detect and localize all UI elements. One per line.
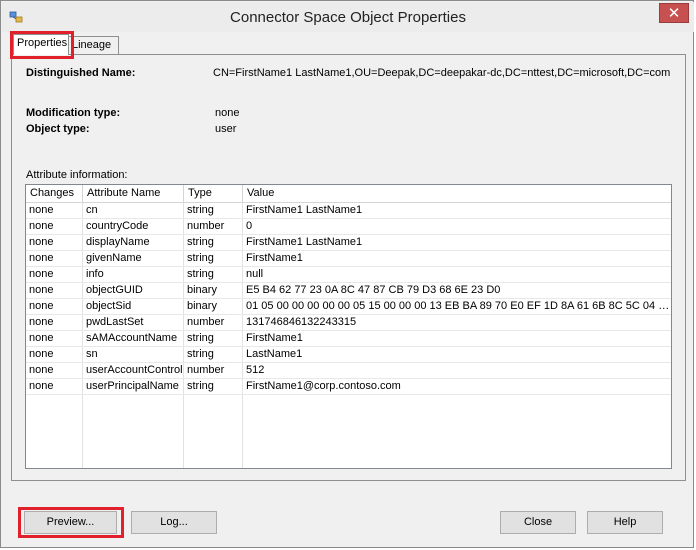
- cell-type: string: [187, 236, 214, 248]
- cell-attribute-name: sn: [86, 348, 98, 360]
- title-bar: Connector Space Object Properties ✕: [2, 2, 694, 32]
- column-header-type[interactable]: Type: [184, 185, 243, 202]
- list-header: Changes Attribute Name Type Value: [26, 185, 671, 203]
- tab-lineage-label: Lineage: [72, 39, 112, 51]
- cell-changes: none: [29, 364, 54, 376]
- cell-value: FirstName1 LastName1: [246, 204, 363, 216]
- cell-changes: none: [29, 268, 54, 280]
- cell-type: string: [187, 252, 214, 264]
- cell-type: string: [187, 268, 214, 280]
- cell-attribute-name: displayName: [86, 236, 150, 248]
- cell-value: 512: [246, 364, 265, 376]
- cell-type: string: [187, 380, 214, 392]
- cell-value: FirstName1 LastName1: [246, 236, 363, 248]
- table-row[interactable]: none userPrincipalName string FirstName1@co…: [26, 379, 671, 395]
- modification-type-label: Modification type:: [26, 107, 121, 119]
- cell-attribute-name: userPrincipalName: [86, 380, 179, 392]
- list-rows: none cn string FirstName1 LastName1 none coun…: [26, 203, 671, 395]
- cell-changes: none: [29, 332, 54, 344]
- table-row[interactable]: none givenName string FirstName1: [26, 251, 671, 267]
- column-header-value[interactable]: Value: [243, 185, 671, 202]
- cell-value: 0: [246, 220, 253, 232]
- dn-label: Distinguished Name:: [26, 67, 136, 79]
- cell-changes: none: [29, 300, 54, 312]
- close-window-button[interactable]: ✕: [659, 3, 689, 23]
- table-row[interactable]: none info string null: [26, 267, 671, 283]
- cell-type: number: [187, 316, 225, 328]
- cell-changes: none: [29, 380, 54, 392]
- cell-changes: none: [29, 316, 54, 328]
- cell-changes: none: [29, 252, 54, 264]
- cell-changes: none: [29, 348, 54, 360]
- cell-attribute-name: objectGUID: [86, 284, 143, 296]
- cell-value: null: [246, 268, 264, 280]
- cell-value: E5 B4 62 77 23 0A 8C 47 87 CB 79 D3 68 6…: [246, 284, 501, 296]
- cell-value: 131746846132243315: [246, 316, 357, 328]
- column-header-changes[interactable]: Changes: [26, 185, 83, 202]
- cell-value: 01 05 00 00 00 00 00 05 15 00 00 00 13 E…: [246, 300, 671, 312]
- cell-type: string: [187, 204, 214, 216]
- cell-type: number: [187, 220, 225, 232]
- cell-changes: none: [29, 220, 54, 232]
- cell-attribute-name: info: [86, 268, 104, 280]
- cell-attribute-name: countryCode: [86, 220, 149, 232]
- help-button[interactable]: Help: [587, 511, 663, 534]
- table-row[interactable]: none userAccountControl number 512: [26, 363, 671, 379]
- properties-tab-highlight: [10, 31, 74, 59]
- cell-type: binary: [187, 300, 217, 312]
- log-button[interactable]: Log...: [131, 511, 217, 534]
- preview-button[interactable]: Preview...: [24, 511, 117, 534]
- cell-type: string: [187, 332, 214, 344]
- cell-attribute-name: pwdLastSet: [86, 316, 144, 328]
- table-row[interactable]: none sAMAccountName string FirstName1: [26, 331, 671, 347]
- dialog-window: Connector Space Object Properties ✕ Prop…: [0, 0, 694, 548]
- cell-type: binary: [187, 284, 217, 296]
- cell-value: FirstName1@corp.contoso.com: [246, 380, 401, 392]
- window-title: Connector Space Object Properties: [230, 9, 466, 26]
- cell-attribute-name: givenName: [86, 252, 142, 264]
- cell-attribute-name: objectSid: [86, 300, 132, 312]
- cell-attribute-name: cn: [86, 204, 98, 216]
- object-type-value: user: [215, 123, 237, 135]
- cell-attribute-name: sAMAccountName: [86, 332, 178, 344]
- dn-value: CN=FirstName1 LastName1,OU=Deepak,DC=dee…: [213, 67, 671, 79]
- attribute-list[interactable]: Changes Attribute Name Type Value none cn…: [25, 184, 672, 469]
- tab-lineage[interactable]: Lineage: [68, 36, 119, 55]
- table-row[interactable]: none sn string LastName1: [26, 347, 671, 363]
- attribute-information-label: Attribute information:: [26, 169, 128, 181]
- table-row[interactable]: none countryCode number 0: [26, 219, 671, 235]
- cell-changes: none: [29, 284, 54, 296]
- object-type-label: Object type:: [26, 123, 90, 135]
- cell-changes: none: [29, 204, 54, 216]
- modification-type-value: none: [215, 107, 240, 119]
- cell-attribute-name: userAccountControl: [86, 364, 183, 376]
- column-header-attribute-name[interactable]: Attribute Name: [83, 185, 184, 202]
- cell-value: FirstName1: [246, 332, 303, 344]
- close-icon: ✕: [667, 5, 681, 22]
- cell-value: LastName1: [246, 348, 303, 360]
- cell-type: string: [187, 348, 214, 360]
- cell-changes: none: [29, 236, 54, 248]
- table-row[interactable]: none cn string FirstName1 LastName1: [26, 203, 671, 219]
- table-row[interactable]: none displayName string FirstName1 LastName…: [26, 235, 671, 251]
- cell-value: FirstName1: [246, 252, 303, 264]
- table-row[interactable]: none objectSid binary 01 05 00 00 00 00 00 …: [26, 299, 671, 315]
- cell-type: number: [187, 364, 225, 376]
- table-row[interactable]: none objectGUID binary E5 B4 62 77 23 0A 8C…: [26, 283, 671, 299]
- table-row[interactable]: none pwdLastSet number 131746846132243315: [26, 315, 671, 331]
- close-button[interactable]: Close: [500, 511, 576, 534]
